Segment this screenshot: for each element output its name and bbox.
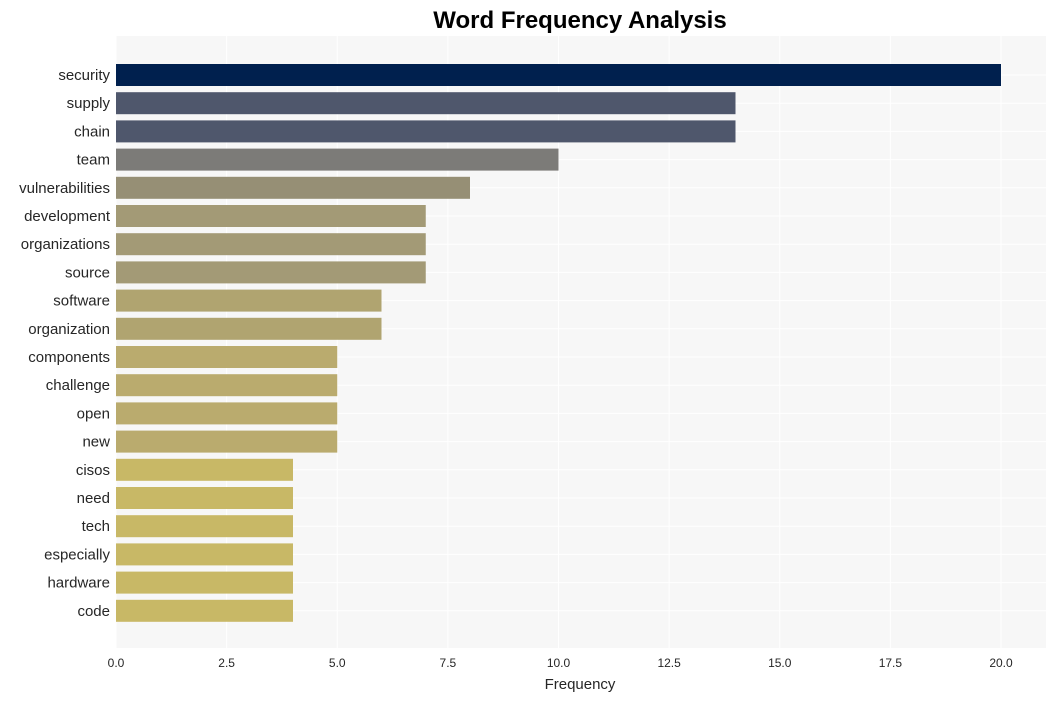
y-tick-label: need xyxy=(77,490,110,507)
y-tick-label: chain xyxy=(74,123,110,140)
bar-code xyxy=(116,599,293,622)
y-tick-label: supply xyxy=(67,95,111,112)
y-tick-label: organization xyxy=(28,321,110,338)
x-tick-label: 7.5 xyxy=(440,656,457,670)
x-tick-label: 17.5 xyxy=(879,656,903,670)
y-tick-label: vulnerabilities xyxy=(19,180,110,197)
bar-cisos xyxy=(116,458,293,481)
y-tick-label: especially xyxy=(44,546,110,563)
x-tick-labels: 0.0 2.5 5.0 7.5 10.0 12.5 15.0 17.5 20.0 xyxy=(108,656,1013,670)
bar-software xyxy=(116,289,382,312)
x-tick-label: 15.0 xyxy=(768,656,792,670)
bar-components xyxy=(116,346,338,368)
bar-development xyxy=(116,205,426,227)
chart-title: Word Frequency Analysis xyxy=(433,7,726,34)
y-tick-label: new xyxy=(82,434,110,451)
y-tick-label: challenge xyxy=(46,377,110,394)
y-tick-label: cisos xyxy=(76,462,110,479)
y-tick-label: hardware xyxy=(47,575,110,592)
bar-supply xyxy=(116,92,736,115)
x-tick-label: 5.0 xyxy=(329,656,346,670)
y-tick-label: source xyxy=(65,264,110,281)
y-tick-label: code xyxy=(77,603,110,620)
y-tick-label: security xyxy=(58,67,110,84)
bar-vulnerabilities xyxy=(116,176,470,199)
bar-new xyxy=(116,430,338,453)
bar-challenge xyxy=(116,374,338,397)
y-tick-label: open xyxy=(77,405,110,422)
x-tick-label: 0.0 xyxy=(108,656,125,670)
bar-open xyxy=(116,402,338,425)
bar-team xyxy=(116,148,559,171)
bar-organization xyxy=(116,317,382,340)
bar-need xyxy=(116,487,293,509)
y-tick-labels: security supply chain team vulnerabilities de… xyxy=(19,67,111,620)
x-tick-label: 2.5 xyxy=(218,656,235,670)
bar-chain xyxy=(116,120,736,143)
y-tick-label: development xyxy=(24,208,111,225)
bar-security xyxy=(116,64,1001,86)
y-tick-label: organizations xyxy=(21,236,110,253)
y-tick-label: components xyxy=(28,349,110,366)
bar-hardware xyxy=(116,571,293,594)
bar-organizations xyxy=(116,233,426,256)
y-tick-label: tech xyxy=(82,518,110,535)
x-tick-label: 12.5 xyxy=(657,656,681,670)
x-axis-label: Frequency xyxy=(545,676,616,693)
bar-especially xyxy=(116,543,293,566)
y-tick-label: software xyxy=(53,293,110,310)
bar-source xyxy=(116,261,426,284)
y-tick-label: team xyxy=(77,152,110,169)
bar-tech xyxy=(116,515,293,538)
word-frequency-chart: security supply chain team vulnerabilities de… xyxy=(19,7,1046,693)
x-tick-label: 10.0 xyxy=(547,656,571,670)
x-tick-label: 20.0 xyxy=(989,656,1013,670)
